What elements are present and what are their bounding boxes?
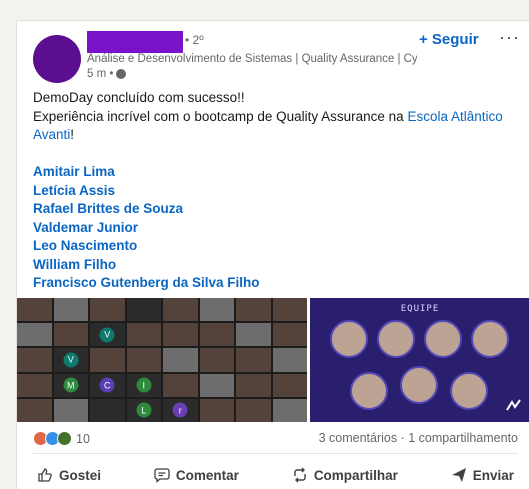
participant-tile [236, 398, 271, 422]
team-title: EQUIPE [400, 304, 440, 314]
mentions-list: Amitair Lima Letícia Assis Rafael Britte… [33, 163, 260, 293]
participant-tile [17, 298, 52, 322]
post-time-label: 5 m • [87, 68, 114, 80]
comment-button[interactable]: Comentar [150, 461, 243, 489]
follow-button[interactable]: + Seguir [419, 31, 479, 48]
engagement-stats[interactable]: 3 comentários · 1 compartilhamento [319, 431, 518, 445]
reactions-summary[interactable]: 10 [33, 431, 90, 446]
support-reaction-icon [57, 431, 72, 446]
participant-tile [90, 348, 125, 372]
mention-link[interactable]: Rafael Brittes de Souza [33, 200, 260, 219]
mention-link[interactable]: Leo Nascimento [33, 237, 260, 256]
participant-tile [126, 323, 161, 347]
post-text: DemoDay concluído com sucesso!! Experiên… [33, 89, 503, 145]
send-label: Enviar [472, 467, 514, 483]
post-text-line1: DemoDay concluído com sucesso!! [33, 90, 245, 105]
participant-initial: r [172, 402, 188, 418]
reaction-count: 10 [76, 431, 90, 446]
participant-tile [272, 348, 307, 372]
connection-degree: • 2º [185, 33, 204, 47]
comment-label: Comentar [175, 467, 239, 483]
participant-tile [272, 323, 307, 347]
team-member-photo [350, 372, 388, 410]
participant-tile [163, 373, 198, 397]
send-icon [451, 468, 466, 482]
team-member-photo [450, 372, 488, 410]
participant-initial: V [99, 327, 115, 343]
participant-tile [272, 298, 307, 322]
participant-tile [236, 323, 271, 347]
participant-tile [53, 298, 88, 322]
participant-tile [126, 298, 161, 322]
participant-tile: r [163, 398, 198, 422]
participant-tile [17, 398, 52, 422]
participant-tile: I [126, 373, 161, 397]
participant-tile [236, 298, 271, 322]
participant-tile [236, 348, 271, 372]
video-call-image[interactable]: V V M C I L r [17, 298, 307, 422]
team-member-photo [330, 320, 368, 358]
participant-tile: L [126, 398, 161, 422]
team-slide-image[interactable]: EQUIPE [310, 298, 529, 422]
thumbs-up-icon [38, 468, 52, 482]
mention-link[interactable]: Valdemar Junior [33, 219, 260, 238]
author-headline: Análise e Desenvolvimento de Sistemas | … [87, 53, 417, 65]
repost-icon [294, 467, 306, 483]
participant-tile [17, 348, 52, 372]
participant-tile: M [53, 373, 88, 397]
author-avatar[interactable] [33, 35, 81, 83]
participant-initial: V [63, 352, 79, 368]
share-label: Compartilhar [313, 467, 398, 483]
like-label: Gostei [59, 467, 102, 483]
like-button[interactable]: Gostei [33, 461, 105, 489]
participant-tile [163, 348, 198, 372]
participant-tile [90, 398, 125, 422]
participant-initial: I [136, 377, 152, 393]
participant-tile [53, 398, 88, 422]
post-actions: Gostei Comentar Compartilhar Enviar [33, 461, 518, 489]
participant-initial: L [136, 402, 152, 418]
participant-tile [272, 398, 307, 422]
team-member-photo [471, 320, 509, 358]
participant-tile [236, 373, 271, 397]
post-card: • 2º Análise e Desenvolvimento de Sistem… [16, 20, 529, 489]
mention-link[interactable]: Letícia Assis [33, 182, 260, 201]
participant-tile [199, 398, 234, 422]
mention-link[interactable]: William Filho [33, 256, 260, 275]
team-member-photo [377, 320, 415, 358]
participant-tile [163, 323, 198, 347]
post-text-suffix: ! [70, 127, 75, 142]
participant-tile: V [53, 348, 88, 372]
post-text-prefix: Experiência incrível com o bootcamp de Q… [33, 108, 408, 124]
participant-tile [53, 323, 88, 347]
participant-tile [199, 323, 234, 347]
team-member-photo [424, 320, 462, 358]
participant-initial: C [99, 377, 115, 393]
team-member-photo [400, 366, 438, 404]
participant-tile [163, 298, 198, 322]
divider [33, 453, 518, 454]
participant-tile: V [90, 323, 125, 347]
logo-icon [506, 399, 521, 411]
participant-tile [272, 373, 307, 397]
post-text-line2: Experiência incrível com o bootcamp de Q… [33, 108, 503, 145]
more-options-icon[interactable]: ··· [499, 27, 520, 48]
author-name-redacted[interactable] [87, 31, 183, 53]
send-button[interactable]: Enviar [447, 461, 518, 489]
mention-link[interactable]: Francisco Gutenberg da Silva Filho [33, 274, 260, 293]
participant-tile [17, 323, 52, 347]
share-button[interactable]: Compartilhar [288, 461, 402, 489]
participant-tile [199, 373, 234, 397]
post-time: 5 m • [87, 68, 127, 80]
globe-icon [116, 69, 127, 79]
participant-tile [17, 373, 52, 397]
comment-icon [154, 468, 170, 483]
mention-link[interactable]: Amitair Lima [33, 163, 260, 182]
participant-tile: C [90, 373, 125, 397]
participant-tile [90, 298, 125, 322]
participant-initial: M [63, 377, 79, 393]
participant-tile [126, 348, 161, 372]
participant-tile [199, 298, 234, 322]
participant-tile [199, 348, 234, 372]
